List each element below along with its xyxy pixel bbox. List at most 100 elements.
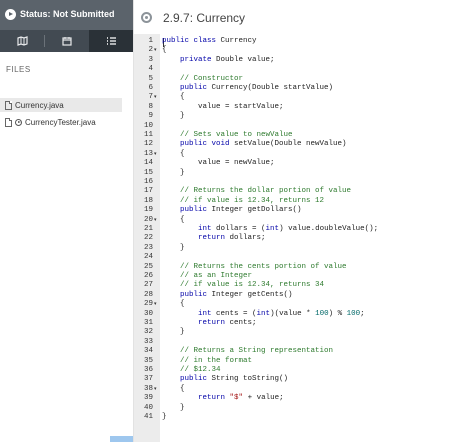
code-line[interactable]: // Sets value to newValue xyxy=(162,131,293,140)
status-play-icon xyxy=(5,9,16,20)
code-line[interactable]: int cents = (int)(value * 100) % 100; xyxy=(162,310,365,319)
code-line[interactable]: // if value is 12.34, returns 34 xyxy=(162,281,324,290)
settings-circle-icon[interactable] xyxy=(141,12,152,23)
fold-toggle-icon[interactable]: ▾ xyxy=(154,385,157,394)
sidebar-scrollbar[interactable] xyxy=(110,436,133,442)
code-line[interactable]: } xyxy=(162,169,185,178)
code-line[interactable]: { xyxy=(162,46,167,55)
line-number: 4 xyxy=(148,65,153,74)
code-token: } xyxy=(162,243,185,252)
code-token: cents; xyxy=(225,319,257,327)
code-line[interactable]: public String toString() xyxy=(162,375,288,384)
editor-header: 2.9.7: Currency xyxy=(134,0,474,34)
list-icon xyxy=(106,37,116,45)
line-number: 13 xyxy=(143,149,153,158)
code-line[interactable]: return cents; xyxy=(162,319,257,328)
code-token: // if value is 12.34, returns 34 xyxy=(180,281,325,290)
code-line[interactable]: } xyxy=(162,413,167,422)
code-token: public xyxy=(180,206,208,215)
code-line[interactable]: } xyxy=(162,404,185,413)
line-number: 30 xyxy=(143,309,153,318)
code-token: 100 xyxy=(346,309,361,318)
code-token: // Returns the dollar portion of value xyxy=(180,187,352,196)
code-token: ; xyxy=(360,309,365,318)
code-line[interactable]: } xyxy=(162,244,185,253)
code-line[interactable]: value = startValue; xyxy=(162,103,284,112)
file-currency-java[interactable]: Currency.java xyxy=(0,98,122,112)
sidebar-tab-bar xyxy=(0,30,133,52)
code-token: ) % xyxy=(328,309,347,318)
calendar-icon xyxy=(62,37,72,46)
code-line[interactable]: public Integer getDollars() xyxy=(162,206,302,215)
code-token: Double value; xyxy=(211,55,275,64)
code-line[interactable]: public class Currency xyxy=(162,37,257,46)
line-number: 21 xyxy=(143,225,153,233)
code-editor[interactable]: 1 2 ▾ 3 4 5 6 7 ▾ 8 9 10 11 12 13 ▾ 14 15 16 17 18 19 20 ▾ 21 22 2… xyxy=(134,34,474,442)
code-token: cents = ( xyxy=(211,309,257,318)
code-token: // Returns the cents portion of value xyxy=(180,262,347,271)
code-line[interactable]: { xyxy=(162,216,185,225)
line-number: 32 xyxy=(143,328,153,337)
line-number: 24 xyxy=(143,253,153,262)
code-line[interactable]: // $12.34 xyxy=(162,366,221,375)
file-label: CurrencyTester.java xyxy=(25,117,96,127)
code-line[interactable]: // Returns the dollar portion of value xyxy=(162,187,351,196)
code-token: setValue(Double newValue) xyxy=(229,140,347,149)
code-line[interactable]: { xyxy=(162,150,185,159)
line-number: 41 xyxy=(143,413,153,421)
fold-toggle-icon[interactable]: ▾ xyxy=(154,93,157,102)
fold-toggle-icon[interactable]: ▾ xyxy=(154,150,157,159)
line-number: 3 xyxy=(148,55,153,64)
code-line[interactable]: public Integer getCents() xyxy=(162,291,293,300)
code-line[interactable]: { xyxy=(162,385,185,394)
tab-files[interactable] xyxy=(89,30,133,52)
line-number: 5 xyxy=(148,74,153,83)
file-currencytester-java[interactable]: CurrencyTester.java xyxy=(0,115,122,129)
line-number: 34 xyxy=(143,347,153,356)
code-line[interactable]: // in the format xyxy=(162,357,252,366)
code-area[interactable]: public class Currency{ private Double va… xyxy=(160,34,474,442)
files-heading: FILES xyxy=(6,65,31,74)
tab-grades[interactable] xyxy=(45,30,89,52)
code-line[interactable]: private Double value; xyxy=(162,56,275,65)
code-token: } xyxy=(162,112,185,121)
status-bar[interactable]: Status: Not Submitted xyxy=(0,0,133,30)
code-line[interactable]: } xyxy=(162,112,185,121)
fold-toggle-icon[interactable]: ▾ xyxy=(154,300,157,309)
code-line[interactable]: int dollars = (int) value.doubleValue(); xyxy=(162,225,378,234)
file-label: Currency.java xyxy=(15,100,64,110)
code-token: } xyxy=(162,403,185,412)
code-token: String toString() xyxy=(207,375,289,384)
code-line[interactable]: // Returns the cents portion of value xyxy=(162,263,347,272)
line-number: 25 xyxy=(143,262,153,271)
code-line[interactable]: // Returns a String representation xyxy=(162,347,333,356)
code-line[interactable]: public Currency(Double startValue) xyxy=(162,84,333,93)
line-number: 27 xyxy=(143,281,153,290)
tab-docs[interactable] xyxy=(0,30,44,52)
code-line[interactable]: { xyxy=(162,93,185,102)
line-number-gutter: 1 2 ▾ 3 4 5 6 7 ▾ 8 9 10 11 12 13 ▾ 14 15 16 17 18 19 20 ▾ 21 22 2… xyxy=(134,34,160,442)
line-number: 38 xyxy=(143,384,153,393)
code-line[interactable]: public void setValue(Double newValue) xyxy=(162,140,347,149)
code-line[interactable]: { xyxy=(162,300,185,309)
line-number: 10 xyxy=(143,121,153,130)
code-line[interactable]: value = newValue; xyxy=(162,159,275,168)
code-line[interactable]: return dollars; xyxy=(162,234,266,243)
file-icon xyxy=(5,117,12,127)
code-line[interactable]: // as an Integer xyxy=(162,272,252,281)
code-token: } xyxy=(162,168,185,177)
code-token: // Constructor xyxy=(180,74,244,83)
code-line[interactable]: return "$" + value; xyxy=(162,394,284,403)
line-number: 29 xyxy=(143,300,153,309)
code-token: { xyxy=(162,384,185,393)
code-line[interactable]: // Constructor xyxy=(162,75,243,84)
code-line[interactable]: // if value is 12.34, returns 12 xyxy=(162,197,324,206)
code-line[interactable]: } xyxy=(162,328,185,337)
fold-toggle-icon[interactable]: ▾ xyxy=(154,216,157,225)
fold-toggle-icon[interactable]: ▾ xyxy=(154,46,157,55)
